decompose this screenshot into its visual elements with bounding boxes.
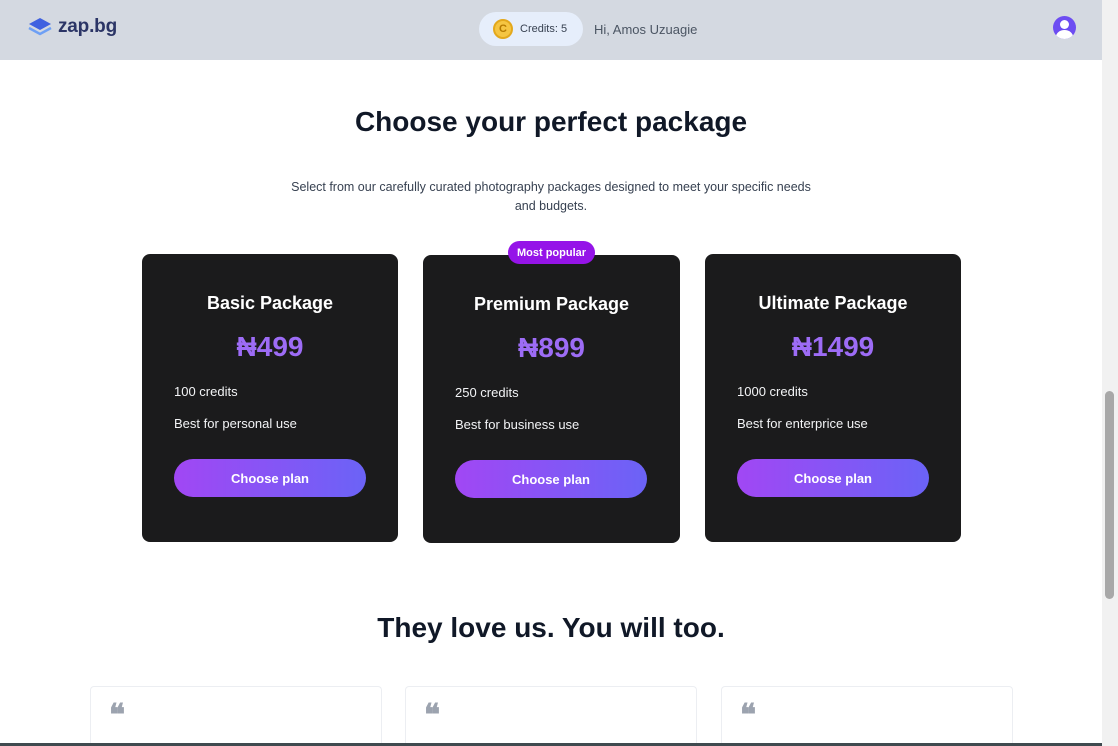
user-greeting: Hi, Amos Uzuagie <box>594 22 698 37</box>
package-name: Basic Package <box>206 293 334 313</box>
package-name: Premium Package <box>473 294 630 314</box>
testimonial-card: ❝ <box>90 686 382 746</box>
package-price: ₦1499 <box>791 331 875 362</box>
quote-icon: ❝ <box>740 698 757 733</box>
logo[interactable]: zap.bg <box>28 16 117 38</box>
user-avatar-icon[interactable] <box>1053 16 1076 39</box>
logo-text: zap.bg <box>58 16 117 38</box>
choose-plan-button-basic[interactable]: Choose plan <box>174 459 366 497</box>
package-price: ₦899 <box>518 332 585 363</box>
package-price: ₦499 <box>236 331 304 362</box>
logo-suffix: .bg <box>89 16 117 37</box>
package-credits: 250 credits <box>455 385 519 400</box>
package-credits: 100 credits <box>174 384 238 399</box>
scrollbar-thumb[interactable] <box>1105 391 1114 599</box>
package-name: Ultimate Package <box>758 293 908 313</box>
package-card-ultimate: Ultimate Package ₦1499 1000 credits Best… <box>705 254 961 542</box>
quote-icon: ❝ <box>109 698 126 733</box>
package-use: Best for enterprice use <box>737 416 868 431</box>
package-use: Best for business use <box>455 417 580 432</box>
package-card-premium: Premium Package ₦899 250 credits Best fo… <box>423 255 680 543</box>
package-credits: 1000 credits <box>737 384 808 399</box>
most-popular-badge: Most popular <box>508 241 595 264</box>
choose-plan-button-premium[interactable]: Choose plan <box>455 460 647 498</box>
page-title: Choose your perfect package <box>354 106 748 137</box>
credits-pill[interactable]: C Credits: 5 <box>479 12 583 46</box>
scrollbar-track[interactable] <box>1102 0 1118 746</box>
page-subtitle: Select from our carefully curated photog… <box>291 180 811 213</box>
testimonials-title: They love us. You will too. <box>377 612 725 643</box>
package-use: Best for personal use <box>174 416 297 431</box>
logo-name: zap <box>58 16 90 37</box>
credits-label: Credits: 5 <box>520 23 568 35</box>
coin-icon: C <box>493 19 513 39</box>
top-header: zap.bg C Credits: 5 Hi, Amos Uzuagie <box>0 0 1102 60</box>
quote-icon: ❝ <box>424 698 441 733</box>
layers-logo-icon <box>28 18 52 36</box>
package-card-basic: Basic Package ₦499 100 credits Best for … <box>142 254 398 542</box>
testimonial-card: ❝ <box>405 686 697 746</box>
testimonial-card: ❝ <box>721 686 1013 746</box>
choose-plan-button-ultimate[interactable]: Choose plan <box>737 459 929 497</box>
